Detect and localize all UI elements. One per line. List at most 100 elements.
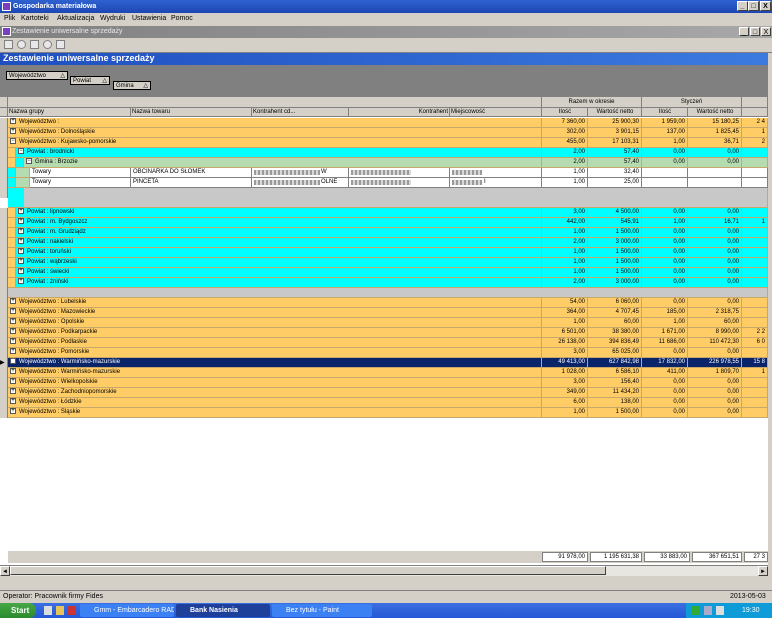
- table-row[interactable]: + Powiat : m. Grudziądz 1,00 1 500,00 0,00 0,…: [0, 228, 768, 238]
- table-row[interactable]: + Powiat : świecki 1,00 1 500,00 0,00 0,00: [0, 268, 768, 278]
- menu-ustawienia[interactable]: Ustawienia: [132, 15, 166, 22]
- table-row[interactable]: ▶ + Województwo : Warmińsko-mazurskie 49 41…: [0, 358, 768, 368]
- table-row[interactable]: [0, 288, 768, 298]
- cell-wartosc[interactable]: 32,40: [588, 168, 642, 178]
- group-label-cell[interactable]: + Województwo :: [8, 118, 542, 128]
- settings-icon[interactable]: [43, 40, 52, 49]
- cell-kontrahent[interactable]: [349, 168, 450, 178]
- group-level-powiat[interactable]: Powiat △: [70, 76, 110, 85]
- menu-kartoteki[interactable]: Kartoteki: [21, 15, 49, 22]
- export-icon[interactable]: [56, 40, 65, 49]
- group-label-cell[interactable]: + Województwo : Warmińsko-mazurskie: [8, 358, 542, 368]
- quicklaunch-icon[interactable]: [68, 606, 76, 615]
- minimize-button[interactable]: _: [737, 1, 748, 11]
- table-row[interactable]: + Powiat : lipnowski 3,00 4 500,00 0,00 0,00: [0, 208, 768, 218]
- folder-icon[interactable]: [56, 606, 64, 615]
- table-row[interactable]: + Województwo : Podlaskie 26 138,00 394 836…: [0, 338, 768, 348]
- group-label-cell[interactable]: + Powiat : wąbrzeski: [16, 258, 542, 268]
- expand-icon[interactable]: +: [10, 368, 16, 375]
- cell-styczen-ilosc[interactable]: [642, 178, 688, 188]
- cell-styczen-wartosc[interactable]: [688, 168, 742, 178]
- start-button[interactable]: Start: [0, 603, 36, 618]
- scroll-right-icon[interactable]: ►: [758, 566, 768, 576]
- expand-icon[interactable]: +: [10, 308, 16, 315]
- group-label-cell[interactable]: + Województwo : Pomorskie: [8, 348, 542, 358]
- collapse-icon[interactable]: −: [18, 148, 24, 155]
- cell-nazwa-grupy[interactable]: Towary: [30, 168, 131, 178]
- scrollbar-thumb[interactable]: [10, 566, 606, 575]
- cell-styczen-ilosc[interactable]: [642, 168, 688, 178]
- table-row[interactable]: + Województwo : Wielkopolskie 3,00 156,40 0,…: [0, 378, 768, 388]
- expand-icon[interactable]: +: [18, 208, 24, 215]
- table-row[interactable]: + Województwo :7 360,00 25 900,30 1 959,00 1…: [0, 118, 768, 128]
- col-styczen-wartosc[interactable]: Wartość netto: [688, 108, 742, 117]
- task-bank-nasienia[interactable]: Bank Nasienia: [176, 604, 270, 617]
- col-wartosc-netto[interactable]: Wartość netto: [588, 108, 642, 117]
- table-row[interactable]: + Województwo : Śląskie 1,00 1 500,00 0,00 0,…: [0, 408, 768, 418]
- horizontal-scrollbar[interactable]: ◄ ►: [0, 565, 768, 576]
- child-maximize-button[interactable]: □: [750, 27, 760, 36]
- cell-kontrahent[interactable]: [349, 178, 450, 188]
- cell-miejscowosc[interactable]: [450, 168, 542, 178]
- scroll-left-icon[interactable]: ◄: [0, 566, 10, 576]
- print-icon[interactable]: [30, 40, 39, 49]
- group-label-cell[interactable]: + Województwo : Podlaskie: [8, 338, 542, 348]
- col-miejscowosc[interactable]: Miejscowość: [450, 108, 542, 117]
- expand-icon[interactable]: +: [18, 258, 24, 265]
- group-label-cell[interactable]: + Województwo : Dolnośląskie: [8, 128, 542, 138]
- table-row[interactable]: Towary OBCINARKA DO SŁOMEK W 1,00 32,40: [0, 168, 768, 178]
- table-row[interactable]: + Województwo : Lubelskie 54,00 6 060,00 0,0…: [0, 298, 768, 308]
- group-label-cell[interactable]: + Powiat : żniński: [16, 278, 542, 288]
- expand-icon[interactable]: +: [18, 268, 24, 275]
- table-row[interactable]: + Powiat : m. Bydgoszcz 442,00 545,91 1,00 16…: [0, 218, 768, 228]
- expand-icon[interactable]: +: [10, 298, 16, 305]
- group-level-wojewodztwo[interactable]: Województwo △: [6, 71, 68, 80]
- group-label-cell[interactable]: + Powiat : świecki: [16, 268, 542, 278]
- group-label-cell[interactable]: + Województwo : Łódzkie: [8, 398, 542, 408]
- tray-icon[interactable]: [692, 606, 700, 615]
- table-row[interactable]: − Powiat : brodnicki 2,00 57,40 0,00 0,00: [0, 148, 768, 158]
- table-row[interactable]: + Województwo : Mazowieckie 364,00 4 707,45…: [0, 308, 768, 318]
- cell-nazwa-towaru[interactable]: PINCETA: [131, 178, 252, 188]
- expand-icon[interactable]: +: [10, 318, 16, 325]
- expand-icon[interactable]: +: [18, 238, 24, 245]
- expand-icon[interactable]: +: [10, 118, 16, 125]
- group-label-cell[interactable]: − Województwo : Kujawsko-pomorskie: [8, 138, 542, 148]
- refresh-icon[interactable]: [17, 40, 26, 49]
- table-row[interactable]: + Województwo : Zachodniopomorskie 349,00 1…: [0, 388, 768, 398]
- group-label-cell[interactable]: + Województwo : Warmińsko-mazurskie: [8, 368, 542, 378]
- expand-icon[interactable]: +: [18, 228, 24, 235]
- cell-wartosc[interactable]: 25,00: [588, 178, 642, 188]
- expand-icon[interactable]: +: [10, 338, 16, 345]
- cell-nazwa-grupy[interactable]: Towary: [30, 178, 131, 188]
- expand-icon[interactable]: +: [10, 358, 16, 365]
- maximize-button[interactable]: □: [748, 1, 759, 11]
- cell-kontrahent-cd[interactable]: W: [252, 168, 349, 178]
- col-styczen-ilosc[interactable]: Ilość: [642, 108, 688, 117]
- group-label-cell[interactable]: + Województwo : Zachodniopomorskie: [8, 388, 542, 398]
- tray-icon[interactable]: [704, 606, 712, 615]
- col-ilosc[interactable]: Ilość: [542, 108, 588, 117]
- cell-next[interactable]: [742, 168, 768, 178]
- expand-icon[interactable]: +: [10, 378, 16, 385]
- cell-miejscowosc[interactable]: I: [450, 178, 542, 188]
- table-row[interactable]: Towary PINCETA OLNE I 1,00 25,00: [0, 178, 768, 188]
- expand-icon[interactable]: +: [10, 128, 16, 135]
- group-label-cell[interactable]: + Województwo : Podkarpackie: [8, 328, 542, 338]
- close-button[interactable]: X: [760, 1, 771, 11]
- table-row[interactable]: − Gmina : Brzozie 2,00 57,40 0,00 0,00: [0, 158, 768, 168]
- cell-nazwa-towaru[interactable]: OBCINARKA DO SŁOMEK: [131, 168, 252, 178]
- collapse-icon[interactable]: −: [10, 138, 16, 145]
- expand-icon[interactable]: +: [18, 218, 24, 225]
- quicklaunch-icon[interactable]: [44, 606, 52, 615]
- col-nazwa-grupy[interactable]: Nazwa grupy: [8, 108, 131, 117]
- cell-styczen-wartosc[interactable]: [688, 178, 742, 188]
- group-label-cell[interactable]: + Województwo : Lubelskie: [8, 298, 542, 308]
- new-icon[interactable]: [4, 40, 13, 49]
- table-row[interactable]: + Powiat : nakielski 2,00 3 000,00 0,00 0,00: [0, 238, 768, 248]
- expand-icon[interactable]: +: [18, 248, 24, 255]
- table-row[interactable]: + Powiat : toruński 1,00 1 500,00 0,00 0,00: [0, 248, 768, 258]
- expand-icon[interactable]: +: [10, 328, 16, 335]
- expand-icon[interactable]: +: [10, 388, 16, 395]
- group-label-cell[interactable]: − Gmina : Brzozie: [24, 158, 542, 168]
